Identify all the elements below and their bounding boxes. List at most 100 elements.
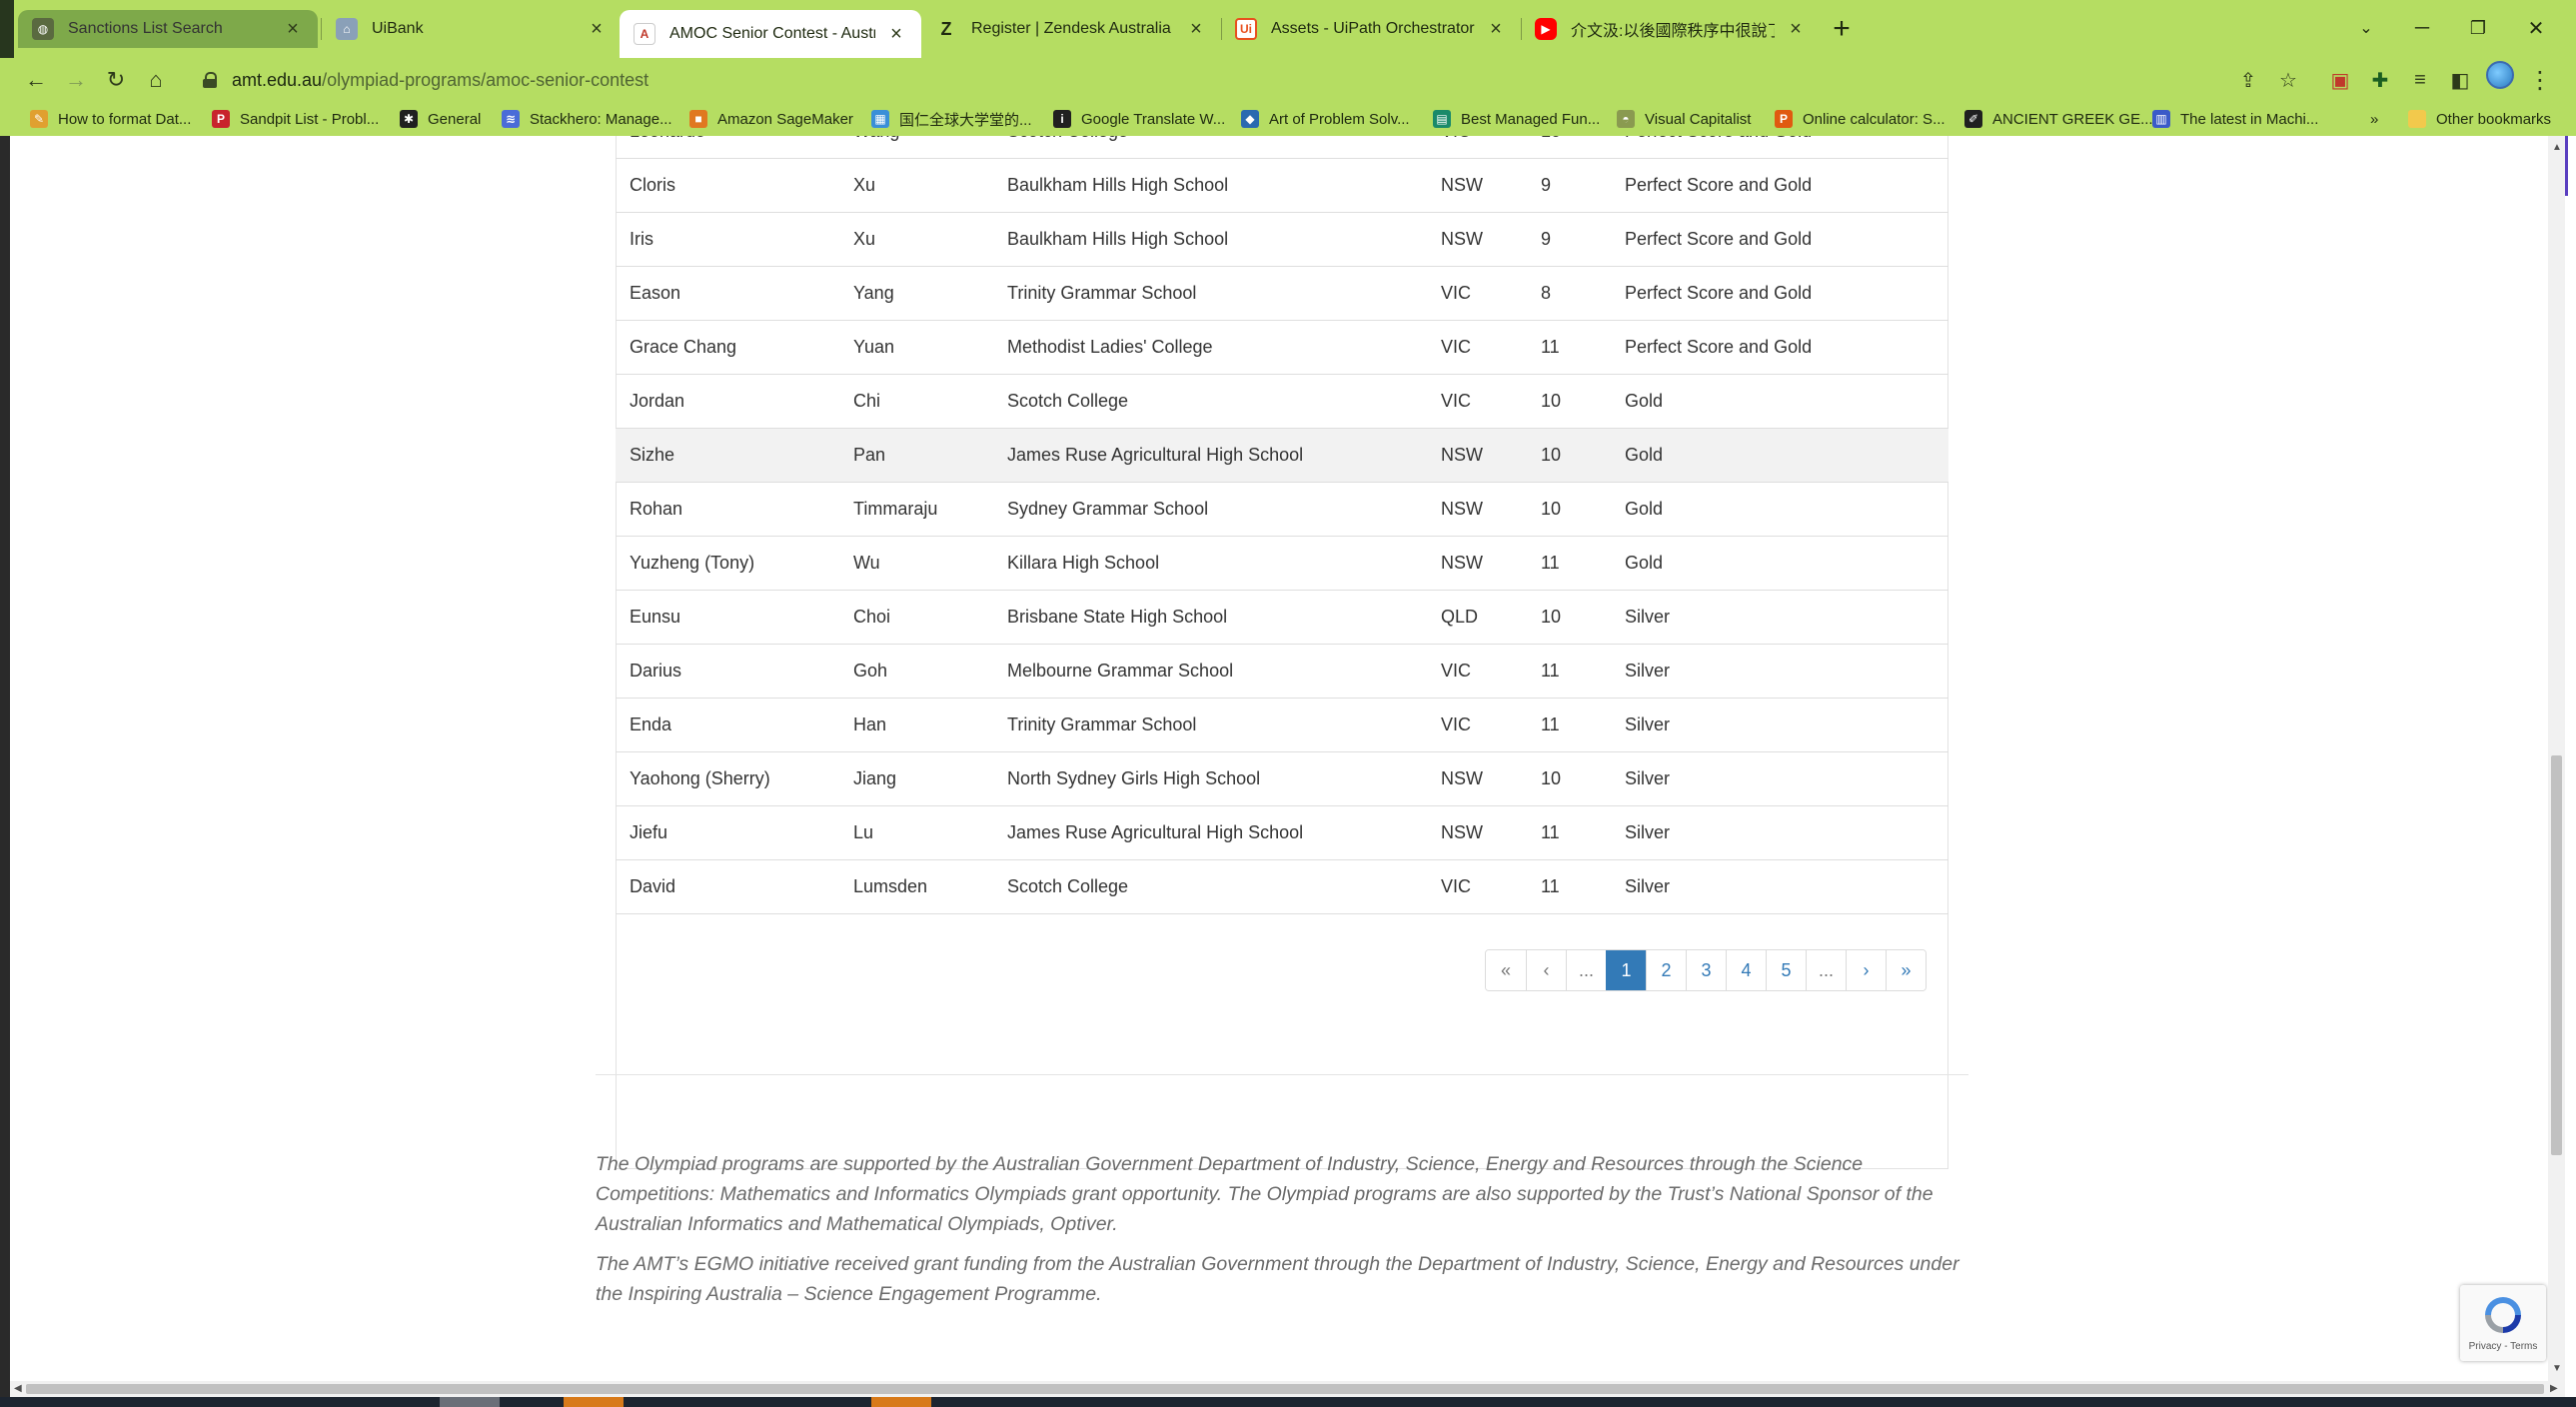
- family-name-cell: Goh: [839, 644, 993, 699]
- bookmark-item[interactable]: P Online calculator: S...: [1775, 104, 1945, 134]
- table-row: Jordan Chi Scotch College VIC 10 Gold: [616, 374, 1948, 429]
- close-icon[interactable]: ×: [1785, 18, 1807, 40]
- bookmark-item[interactable]: ◆ Art of Problem Solv...: [1241, 104, 1410, 134]
- tab-youtube-video[interactable]: ▶ 介文汲:以後國際秩序中很說了算 ×: [1521, 10, 1821, 48]
- reading-list-icon[interactable]: ≡: [2404, 64, 2436, 96]
- bookmark-item[interactable]: ▥ The latest in Machi...: [2152, 104, 2318, 134]
- close-window-button[interactable]: ✕: [2508, 10, 2564, 46]
- extensions-puzzle-icon[interactable]: ✚: [2364, 64, 2396, 96]
- tab-strip-edge: [0, 0, 14, 58]
- state-cell: VIC: [1427, 136, 1527, 159]
- vertical-scrollbar[interactable]: ▲ ▼: [2548, 136, 2565, 1381]
- tab-amoc-senior-contest[interactable]: A AMOC Senior Contest - Australian ×: [620, 10, 921, 58]
- bookmark-item[interactable]: ✎ How to format Dat...: [30, 104, 191, 134]
- bookmark-item[interactable]: P Sandpit List - Probl...: [212, 104, 379, 134]
- close-icon[interactable]: ×: [1185, 18, 1207, 40]
- page-2-button[interactable]: 2: [1646, 950, 1687, 990]
- extension-cast-icon[interactable]: ▣: [2324, 64, 2356, 96]
- tab-uipath-assets[interactable]: Ui Assets - UiPath Orchestrator ×: [1221, 10, 1521, 48]
- bookmark-star-icon[interactable]: ☆: [2272, 64, 2304, 96]
- close-icon[interactable]: ×: [586, 18, 608, 40]
- recaptcha-links[interactable]: Privacy - Terms: [2460, 1341, 2546, 1352]
- previous-page-button[interactable]: ‹: [1526, 950, 1566, 990]
- page-ellipsis[interactable]: ...: [1566, 950, 1607, 990]
- home-button[interactable]: ⌂: [138, 62, 174, 98]
- tab-uibank[interactable]: ⌂ UiBank ×: [322, 10, 622, 48]
- bookmark-item[interactable]: ✐ ANCIENT GREEK GE...: [1964, 104, 2153, 134]
- taskbar-item[interactable]: [871, 1397, 931, 1407]
- page-left-edge: [0, 136, 10, 1407]
- given-name-cell: Enda: [616, 698, 839, 752]
- menu-kebab-icon[interactable]: ⋮: [2524, 64, 2556, 96]
- bookmark-item[interactable]: ≋ Stackhero: Manage...: [502, 104, 672, 134]
- tab-zendesk-register[interactable]: Z Register | Zendesk Australia ×: [921, 10, 1221, 48]
- side-panel-icon[interactable]: ◧: [2444, 64, 2476, 96]
- school-cell: Baulkham Hills High School: [993, 212, 1427, 267]
- page-3-button[interactable]: 3: [1686, 950, 1727, 990]
- share-icon[interactable]: ⇪: [2232, 64, 2264, 96]
- close-icon[interactable]: ×: [1485, 18, 1507, 40]
- table-row: Jiefu Lu James Ruse Agricultural High Scho…: [616, 805, 1948, 860]
- other-bookmarks-folder[interactable]: Other bookmarks: [2408, 104, 2551, 134]
- scroll-down-arrow-icon[interactable]: ▼: [2552, 1363, 2562, 1374]
- page-4-button[interactable]: 4: [1726, 950, 1767, 990]
- chevron-double-right-icon: »: [2370, 110, 2379, 128]
- section-divider: [596, 1074, 1968, 1075]
- bookmark-label: General: [428, 110, 482, 128]
- back-button[interactable]: ←: [18, 62, 54, 98]
- zendesk-icon: Z: [940, 18, 952, 39]
- page-5-button[interactable]: 5: [1766, 950, 1807, 990]
- tab-title: Sanctions List Search: [68, 20, 223, 37]
- forward-button[interactable]: →: [58, 62, 94, 98]
- minimize-button[interactable]: ─: [2394, 10, 2450, 46]
- page-ellipsis[interactable]: ...: [1806, 950, 1847, 990]
- tab-search-chevron-icon[interactable]: ⌄: [2338, 10, 2394, 46]
- taskbar-item[interactable]: [564, 1397, 624, 1407]
- state-cell: VIC: [1427, 698, 1527, 752]
- profile-avatar[interactable]: [2486, 61, 2514, 89]
- award-cell: Gold: [1611, 482, 1948, 537]
- bookmarks-overflow-button[interactable]: »: [2370, 104, 2378, 134]
- bookmark-item[interactable]: ▦ 国仁全球大学堂的...: [871, 104, 1032, 134]
- family-name-cell: Lu: [839, 805, 993, 860]
- bookmark-item[interactable]: ■ Amazon SageMaker: [689, 104, 853, 134]
- taskbar-item[interactable]: [440, 1397, 500, 1407]
- next-page-button[interactable]: ›: [1846, 950, 1887, 990]
- year-cell: 11: [1527, 698, 1611, 752]
- year-cell: 11: [1527, 536, 1611, 591]
- state-cell: VIC: [1427, 320, 1527, 375]
- reload-button[interactable]: ↻: [98, 62, 134, 98]
- bookmark-item[interactable]: ✱ General: [400, 104, 481, 134]
- page-1-button[interactable]: 1: [1606, 950, 1647, 990]
- recaptcha-badge[interactable]: Privacy - Terms: [2460, 1285, 2546, 1361]
- first-page-button[interactable]: «: [1486, 950, 1526, 990]
- new-tab-button[interactable]: +: [1825, 12, 1859, 46]
- horizontal-scrollbar[interactable]: ◀ ▶: [10, 1381, 2565, 1397]
- scroll-right-arrow-icon[interactable]: ▶: [2550, 1383, 2558, 1394]
- last-page-button[interactable]: »: [1886, 950, 1927, 990]
- horizontal-scroll-thumb[interactable]: [26, 1384, 2544, 1394]
- close-icon[interactable]: ×: [282, 18, 304, 40]
- scroll-left-arrow-icon[interactable]: ◀: [14, 1383, 22, 1394]
- tab-sanctions-list-search[interactable]: ◍ Sanctions List Search ×: [18, 10, 318, 48]
- state-cell: QLD: [1427, 590, 1527, 645]
- restore-button[interactable]: ❐: [2450, 10, 2506, 46]
- scroll-up-arrow-icon[interactable]: ▲: [2552, 142, 2562, 153]
- bookmark-item[interactable]: ◓ Visual Capitalist: [1617, 104, 1751, 134]
- close-icon[interactable]: ×: [885, 23, 907, 45]
- state-cell: NSW: [1427, 536, 1527, 591]
- bookmark-item[interactable]: ▤ Best Managed Fun...: [1433, 104, 1600, 134]
- url-text[interactable]: amt.edu.au/olympiad-programs/amoc-senior…: [232, 70, 648, 91]
- pencil-icon: ✎: [30, 110, 48, 128]
- bookmark-label: Visual Capitalist: [1645, 110, 1752, 128]
- school-cell: Baulkham Hills High School: [993, 158, 1427, 213]
- paper-icon: ▥: [2152, 110, 2170, 128]
- school-cell: Trinity Grammar School: [993, 266, 1427, 321]
- chart-icon: ▤: [1433, 110, 1451, 128]
- lock-icon[interactable]: [202, 72, 218, 88]
- address-bar[interactable]: amt.edu.au/olympiad-programs/amoc-senior…: [188, 62, 2366, 98]
- vertical-scroll-thumb[interactable]: [2551, 755, 2562, 1155]
- award-cell: Gold: [1611, 536, 1948, 591]
- bookmark-item[interactable]: i Google Translate W...: [1053, 104, 1225, 134]
- award-cell: Perfect Score and Gold: [1611, 158, 1948, 213]
